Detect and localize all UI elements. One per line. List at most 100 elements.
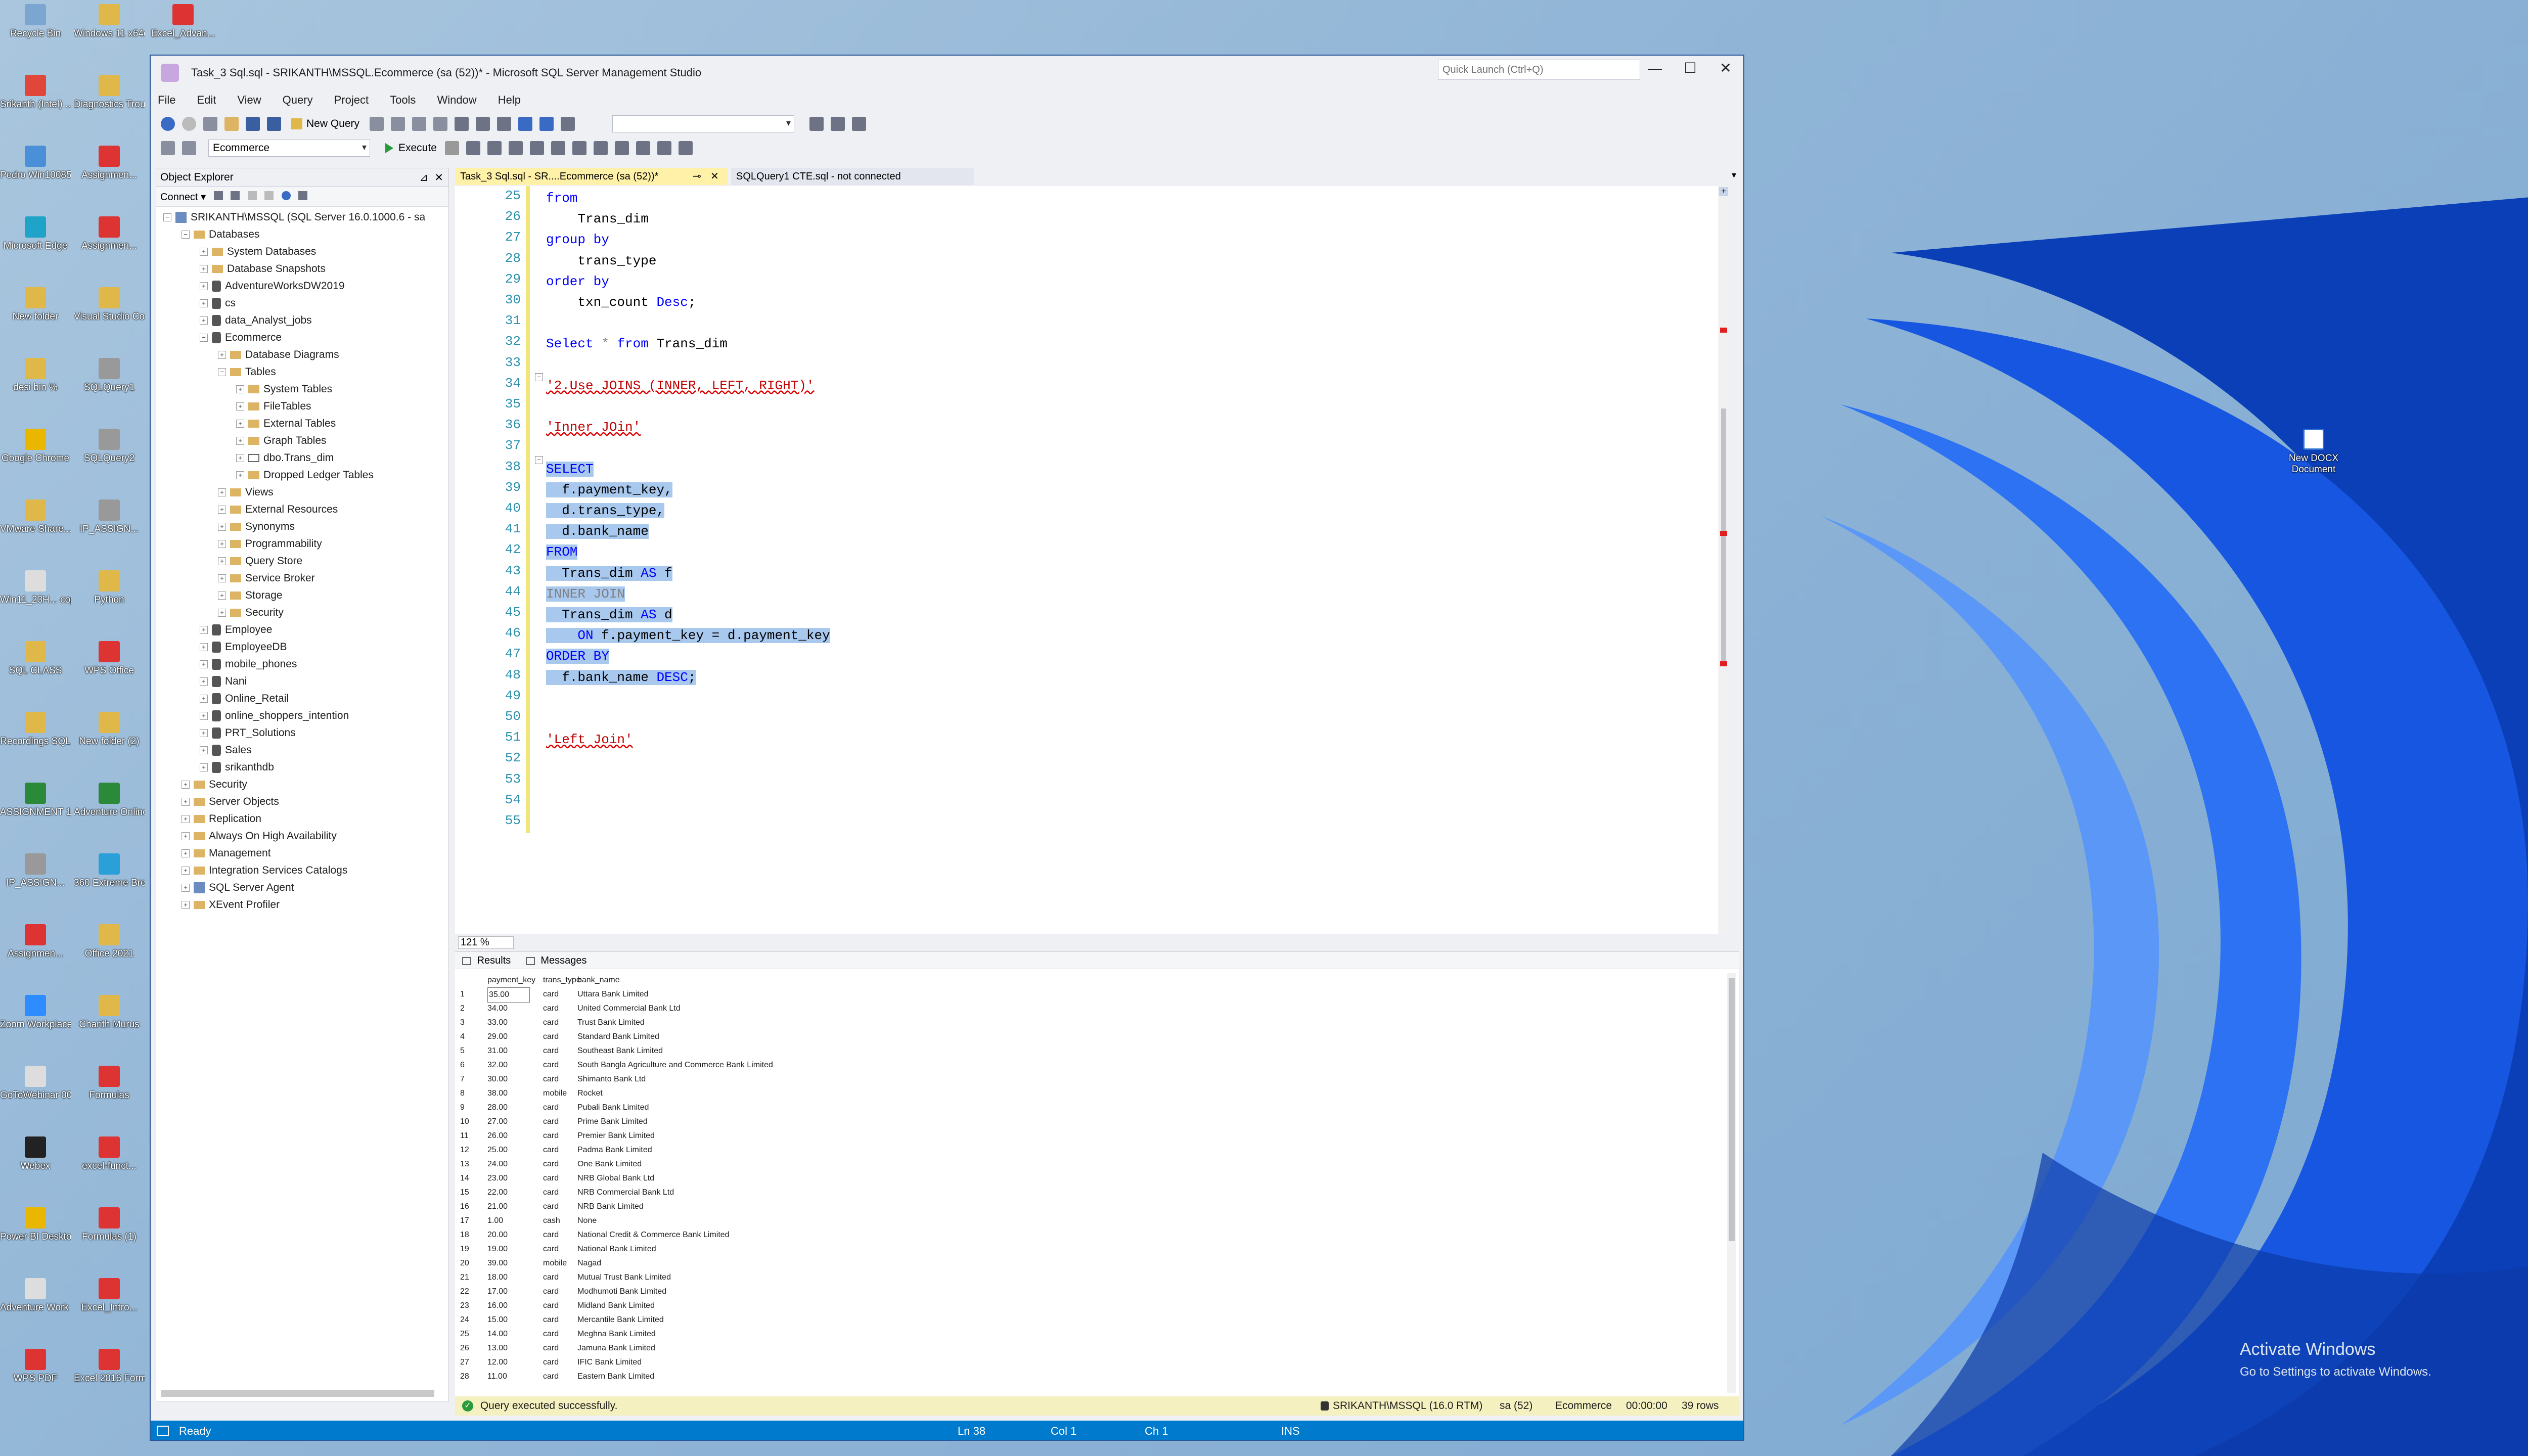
column-header[interactable]: payment_key <box>487 973 535 987</box>
expand-icon[interactable]: + <box>218 523 226 531</box>
refresh-icon[interactable] <box>281 191 291 200</box>
tab-messages[interactable]: Messages <box>540 955 586 966</box>
solution-config-icon[interactable] <box>561 117 575 131</box>
expand-icon[interactable]: + <box>182 849 190 858</box>
tree-node[interactable]: + data_Analyst_jobs <box>200 312 312 329</box>
expand-icon[interactable]: + <box>200 265 208 274</box>
tree-node[interactable]: + XEvent Profiler <box>182 896 280 914</box>
tree-node[interactable]: + Dropped Ledger Tables <box>236 467 374 484</box>
tree-node[interactable]: + Always On High Availability <box>182 828 337 845</box>
tree-node[interactable]: + Synonyms <box>218 518 295 535</box>
expand-icon[interactable]: + <box>218 540 226 549</box>
tab-results[interactable]: Results <box>477 955 511 966</box>
tree-node[interactable]: + Service Broker <box>218 570 315 587</box>
desktop-icon[interactable]: Pedro Win10085 <box>0 142 71 210</box>
expand-icon[interactable]: + <box>200 626 208 634</box>
desktop-icon[interactable]: Adventure Online Sales <box>74 779 145 847</box>
display-plan-icon[interactable] <box>487 141 502 155</box>
expand-icon[interactable]: + <box>182 832 190 841</box>
tree-node[interactable]: + Storage <box>218 587 283 604</box>
desktop-icon[interactable]: ASSIGNMENT 1_IP <box>0 779 71 847</box>
results-to-grid-icon[interactable] <box>551 141 565 155</box>
tree-node[interactable]: − SRIKANTH\MSSQL (SQL Server 16.0.1000.6 … <box>163 209 425 226</box>
tree-node[interactable]: + Online_Retail <box>200 690 289 707</box>
expand-icon[interactable]: + <box>200 677 208 686</box>
change-connection-icon[interactable] <box>182 141 196 155</box>
save-icon[interactable] <box>246 117 260 131</box>
pin-icon[interactable]: ⊿ <box>419 171 428 184</box>
expand-icon[interactable]: + <box>182 781 190 789</box>
expand-icon[interactable]: + <box>200 763 208 772</box>
expand-icon[interactable]: + <box>236 385 244 394</box>
desktop-icon[interactable]: 360 Extreme Browser <box>74 849 145 918</box>
expand-icon[interactable]: + <box>218 574 226 583</box>
outdent-icon[interactable] <box>657 141 671 155</box>
query-designer-icon[interactable] <box>508 141 523 155</box>
indent-icon[interactable] <box>636 141 650 155</box>
solution-config-select[interactable] <box>612 115 795 132</box>
tree-node[interactable]: + Programmability <box>218 535 322 553</box>
expand-icon[interactable]: + <box>218 557 226 566</box>
expand-icon[interactable]: + <box>200 282 208 291</box>
desktop-icon[interactable]: Srikanth (Intel) ... <box>0 71 71 140</box>
expand-icon[interactable]: + <box>200 248 208 256</box>
maximize-button[interactable]: ☐ <box>1673 56 1708 81</box>
desktop-icon[interactable]: Assignmen... <box>0 920 71 989</box>
tree-node[interactable]: + EmployeeDB <box>200 639 287 656</box>
tree-node[interactable]: + Security <box>182 776 247 793</box>
tree-node[interactable]: + mobile_phones <box>200 656 297 673</box>
forward-icon[interactable] <box>182 117 196 131</box>
desktop-icon[interactable]: Excel 2016 Formulas... <box>74 1345 145 1414</box>
menu-item-help[interactable]: Help <box>498 94 521 107</box>
expand-icon[interactable]: + <box>182 884 190 892</box>
desktop-icon[interactable]: VMware Share... <box>0 495 71 564</box>
activity-monitor-icon[interactable] <box>298 191 308 200</box>
tree-node[interactable]: + Integration Services Catalogs <box>182 862 347 879</box>
uncomment-icon[interactable] <box>614 141 629 155</box>
horizontal-scrollbar[interactable] <box>161 1390 434 1397</box>
tree-node[interactable]: + Management <box>182 845 271 862</box>
results-to-file-icon[interactable] <box>572 141 586 155</box>
desktop-icon[interactable]: New folder <box>0 283 71 352</box>
desktop-icon[interactable]: Office 2021 <box>74 920 145 989</box>
desktop-icon[interactable]: Formulas <box>74 1062 145 1130</box>
desktop-icon[interactable]: Webex <box>0 1132 71 1201</box>
tools-icon[interactable] <box>831 117 845 131</box>
tree-node[interactable]: − Ecommerce <box>200 329 282 346</box>
tree-node[interactable]: + Replication <box>182 810 261 828</box>
menu-item-file[interactable]: File <box>158 94 175 107</box>
desktop-icon[interactable]: Python <box>74 566 145 635</box>
back-icon[interactable] <box>161 117 175 131</box>
tree-node[interactable]: + System Databases <box>200 243 316 260</box>
split-icon[interactable]: + <box>1719 187 1728 196</box>
connect-button[interactable]: Connect <box>160 192 198 203</box>
expand-icon[interactable]: + <box>218 351 226 359</box>
cut-icon[interactable] <box>455 117 469 131</box>
menu-item-project[interactable]: Project <box>334 94 369 107</box>
desktop-icon[interactable]: excel-funct... <box>74 1132 145 1201</box>
expand-icon[interactable]: + <box>236 471 244 480</box>
tab-sqlquery1-cte[interactable]: SQLQuery1 CTE.sql - not connected <box>731 168 974 185</box>
tree-node[interactable]: + SQL Server Agent <box>182 879 294 896</box>
query-icon[interactable] <box>391 117 405 131</box>
desktop-icon-new-docx[interactable]: New DOCX Document <box>2278 425 2349 493</box>
desktop-icon[interactable]: Microsoft Edge <box>0 212 71 281</box>
undo-icon[interactable] <box>518 117 533 131</box>
desktop-icon[interactable]: Google Chrome <box>0 425 71 493</box>
paste-icon[interactable] <box>497 117 512 131</box>
tree-node[interactable]: + PRT_Solutions <box>200 724 296 742</box>
menu-item-tools[interactable]: Tools <box>390 94 416 107</box>
sql-editor[interactable]: 25 26 27 28 29 30 31 32 33 34 35 36 37 38 39 40 41 42 43 44… <box>455 186 1729 934</box>
stop-icon[interactable] <box>444 141 459 155</box>
menu-item-view[interactable]: View <box>237 94 261 107</box>
execute-button[interactable]: Execute <box>385 142 437 154</box>
comment-icon[interactable] <box>593 141 608 155</box>
desktop-icon[interactable]: Assignmen... <box>74 142 145 210</box>
minimize-button[interactable]: — <box>1637 56 1673 81</box>
tree-node[interactable]: − Databases <box>182 226 259 243</box>
desktop-icon[interactable]: New folder (2) <box>74 708 145 777</box>
desktop-icon[interactable]: WPS PDF <box>0 1345 71 1414</box>
copy-icon[interactable] <box>476 117 490 131</box>
collapse-marker-38[interactable]: − <box>535 456 543 464</box>
database-select[interactable]: Ecommerce <box>208 140 370 157</box>
